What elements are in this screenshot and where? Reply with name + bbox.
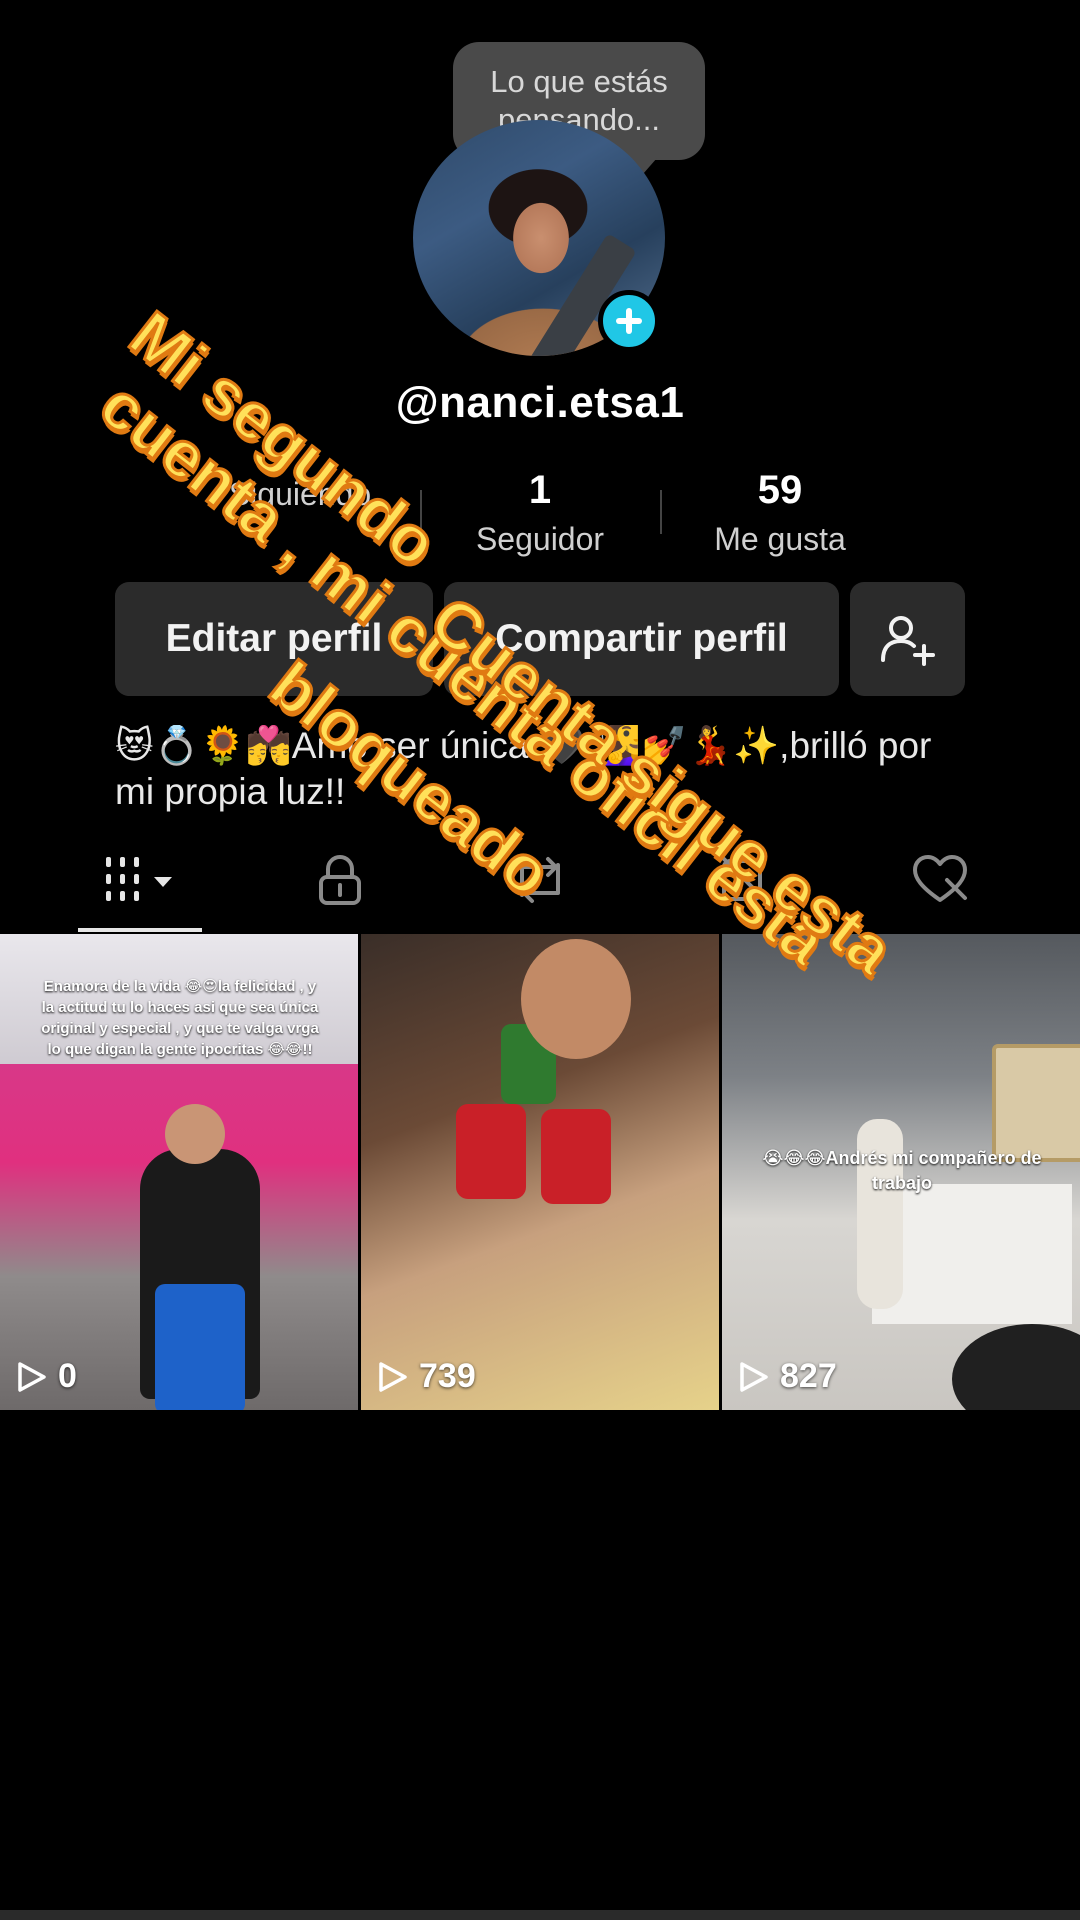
add-story-button[interactable] xyxy=(598,290,660,352)
tooltip-line1: Lo que estás xyxy=(490,64,668,99)
tab-active-indicator xyxy=(78,928,202,932)
grid-icon xyxy=(106,857,172,901)
stat-likes-value: 59 xyxy=(757,468,803,512)
play-icon xyxy=(740,1361,768,1392)
video-views-count: 0 xyxy=(58,1357,77,1395)
tab-private[interactable] xyxy=(300,850,380,910)
video-views-count: 827 xyxy=(780,1357,837,1395)
video-views: 739 xyxy=(375,1357,476,1396)
stat-followers-label: Seguidor xyxy=(475,521,605,557)
tab-liked[interactable] xyxy=(900,850,980,910)
video-views: 827 xyxy=(736,1357,837,1396)
video-caption: 😭😂😂Andrés mi compañero de trabajo xyxy=(762,1148,1042,1193)
stat-likes-label: Me gusta xyxy=(714,521,846,557)
tab-videos[interactable] xyxy=(78,850,202,910)
stat-followers[interactable]: 1 Seguidor xyxy=(420,468,660,558)
stat-likes[interactable]: 59 Me gusta xyxy=(660,468,900,558)
video-thumbnail-1[interactable]: Enamora de la vida 😂😍la felicidad , y la… xyxy=(0,934,358,1410)
add-user-icon xyxy=(880,616,935,666)
video-thumbnail-2[interactable]: 739 xyxy=(361,934,719,1410)
avatar-container[interactable] xyxy=(413,120,665,356)
video-caption: Enamora de la vida 😂😍la felicidad , y la… xyxy=(41,978,319,1058)
play-icon xyxy=(18,1361,46,1392)
video-views-count: 739 xyxy=(419,1357,476,1395)
plus-icon xyxy=(616,308,642,334)
play-icon xyxy=(379,1361,407,1392)
add-friend-button[interactable] xyxy=(850,582,965,696)
heart-hidden-icon xyxy=(913,855,967,902)
video-thumbnail-3[interactable]: 😭😂😂Andrés mi compañero de trabajo 827 xyxy=(722,934,1080,1410)
stat-followers-value: 1 xyxy=(528,468,552,512)
lock-icon xyxy=(319,855,361,905)
bottom-bar xyxy=(0,1910,1080,1920)
video-views: 0 xyxy=(14,1357,77,1396)
